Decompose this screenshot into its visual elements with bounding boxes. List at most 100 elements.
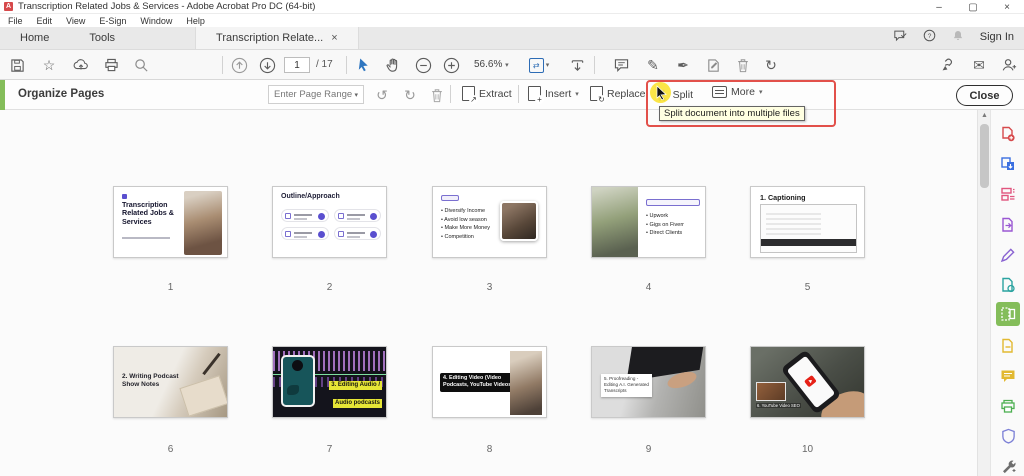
feedback-icon[interactable]	[894, 30, 907, 45]
select-tool-icon[interactable]	[352, 54, 374, 76]
sign-in-button[interactable]: Sign In	[980, 31, 1014, 43]
previous-page-icon[interactable]	[228, 54, 250, 76]
page-thumbnail-9[interactable]: 5. Proofreading - Editing A.I. Generated…	[591, 346, 706, 418]
page-range-dropdown[interactable]: Enter Page Range ▾	[268, 85, 364, 104]
page-thumbnail-6[interactable]: 2. Writing Podcast Show Notes	[113, 346, 228, 418]
title-bar: A Transcription Related Jobs & Services …	[0, 0, 1024, 14]
page-number-label: 6	[167, 444, 174, 455]
zoom-out-icon[interactable]	[412, 54, 434, 76]
scroll-up-icon[interactable]: ▲	[981, 112, 988, 119]
insert-icon: +	[528, 86, 544, 104]
page-number-input[interactable]: 1	[284, 57, 310, 73]
extract-icon: ↗	[462, 86, 478, 104]
split-tooltip: Split document into multiple files	[659, 106, 805, 121]
slide-photo	[500, 201, 538, 241]
sidebar-item-create-pdf[interactable]	[996, 122, 1020, 146]
sidebar-item-scan-and-ocr[interactable]	[996, 394, 1020, 418]
sidebar-item-more-tools[interactable]	[996, 454, 1020, 476]
close-organize-button[interactable]: Close	[956, 85, 1013, 106]
delete-page-icon[interactable]	[427, 85, 447, 105]
delete-pages-icon[interactable]	[732, 54, 754, 76]
sidebar-item-request-e-signatures[interactable]	[996, 273, 1020, 297]
tab-document[interactable]: Transcription Relate... ×	[195, 27, 359, 49]
stamp-rotate-pages-icon[interactable]	[702, 54, 724, 76]
slide-caption: 6. YouTube Video SEO	[756, 403, 801, 408]
notifications-bell-icon[interactable]	[952, 29, 964, 45]
next-page-icon[interactable]	[256, 54, 278, 76]
sidebar-item-export-pdf[interactable]	[996, 213, 1020, 237]
sidebar-item-comment[interactable]	[996, 364, 1020, 388]
zoom-level-dropdown[interactable]: 56.6% ▾	[474, 59, 509, 70]
extract-button[interactable]: ↗ Extract	[462, 86, 512, 104]
share-cloud-icon[interactable]	[70, 54, 92, 76]
vertical-scrollbar[interactable]: ▲	[977, 110, 990, 476]
notepad-photo	[179, 375, 227, 417]
menu-bar: File Edit View E-Sign Window Help	[0, 14, 1024, 27]
more-button[interactable]: More ▾	[712, 86, 762, 98]
share-link-icon[interactable]	[936, 54, 958, 76]
slide-photo	[592, 187, 638, 257]
menu-edit[interactable]: Edit	[37, 16, 53, 26]
tab-tools[interactable]: Tools	[69, 27, 135, 49]
account-avatar-icon[interactable]	[998, 54, 1020, 76]
redo-rotate-icon[interactable]: ↻	[760, 54, 782, 76]
tab-home[interactable]: Home	[0, 27, 69, 49]
hand-tool-icon[interactable]	[382, 54, 404, 76]
page-thumbnail-10[interactable]: 6. YouTube Video SEO	[750, 346, 865, 418]
help-icon[interactable]: ?	[923, 29, 936, 45]
menu-file[interactable]: File	[8, 16, 23, 26]
slide-title: Transcription Related Jobs & Services	[122, 200, 174, 226]
sign-pen-icon[interactable]: ✒	[672, 54, 694, 76]
slide-title: 4. Editing Video (Video Podcasts, YouTub…	[440, 373, 516, 392]
page-thumbnail-7[interactable]: 3. Editing Audio / Audio podcasts	[272, 346, 387, 418]
chevron-down-icon: ▾	[354, 91, 358, 99]
page-thumbnail-2[interactable]: Outline/Approach	[272, 186, 387, 258]
menu-help[interactable]: Help	[186, 16, 205, 26]
comment-icon[interactable]	[610, 54, 632, 76]
save-icon[interactable]	[6, 54, 28, 76]
tab-bar: Home Tools Transcription Relate... ×	[0, 27, 1024, 50]
page-display-icon[interactable]: ⇄ ▾	[528, 54, 550, 76]
page-thumbnail-3[interactable]: Diversify Income Avoid low season Make M…	[432, 186, 547, 258]
menu-window[interactable]: Window	[140, 16, 172, 26]
page-thumbnail-4[interactable]: Upwork Gigs on Fiverr Direct Clients	[591, 186, 706, 258]
email-icon[interactable]: ✉	[968, 54, 990, 76]
scrollbar-thumb[interactable]	[980, 124, 989, 188]
sidebar-item-combine-files[interactable]	[996, 152, 1020, 176]
highlight-pencil-icon[interactable]: ✎	[642, 54, 664, 76]
slide-title: 1. Captioning	[760, 193, 806, 202]
sidebar-item-organize-pages[interactable]	[996, 302, 1020, 326]
close-tab-icon[interactable]: ×	[331, 32, 337, 44]
split-label: Split	[672, 89, 694, 101]
menu-view[interactable]: View	[66, 16, 85, 26]
insert-label: Insert	[545, 87, 572, 100]
page-thumbnail-8[interactable]: 4. Editing Video (Video Podcasts, YouTub…	[432, 346, 547, 418]
sidebar-item-fill-and-sign[interactable]	[996, 243, 1020, 267]
insert-button[interactable]: + Insert ▾	[528, 86, 579, 104]
page-thumbnail-5[interactable]: 1. Captioning	[750, 186, 865, 258]
search-icon[interactable]	[130, 54, 152, 76]
zoom-in-icon[interactable]	[440, 54, 462, 76]
slide-photo	[510, 351, 542, 415]
scrolling-mode-icon[interactable]	[566, 54, 588, 76]
sidebar-item-edit-pdf[interactable]	[996, 182, 1020, 206]
main-toolbar: ☆ 1 / 17 56.6% ▾ ⇄ ▾ ✎ ✒ ↻ ✉	[0, 50, 1024, 80]
page-range-placeholder: Enter Page Range	[274, 89, 353, 100]
outline-cards	[281, 209, 381, 240]
page-number-label: 9	[645, 444, 652, 455]
maximize-button[interactable]: ▢	[956, 0, 990, 14]
replace-button[interactable]: ↻ Replace	[590, 86, 646, 104]
menu-esign[interactable]: E-Sign	[99, 16, 126, 26]
minimize-button[interactable]: –	[922, 0, 956, 14]
close-window-button[interactable]: ×	[990, 0, 1024, 14]
sidebar-item-protect-pdf[interactable]	[996, 424, 1020, 448]
slide-title: Outline/Approach	[281, 193, 340, 200]
sidebar-item-compress-pdf[interactable]	[996, 334, 1020, 358]
organize-pages-toolbar: Organize Pages Enter Page Range ▾ ↺ ↻ ↗ …	[0, 80, 1024, 110]
page-thumbnail-1[interactable]: Transcription Related Jobs & Services	[113, 186, 228, 258]
print-icon[interactable]	[100, 54, 122, 76]
rotate-left-icon[interactable]: ↺	[372, 85, 392, 105]
page-number-label: 1	[167, 282, 174, 293]
rotate-right-icon[interactable]: ↻	[400, 85, 420, 105]
star-favorite-icon[interactable]: ☆	[38, 54, 60, 76]
